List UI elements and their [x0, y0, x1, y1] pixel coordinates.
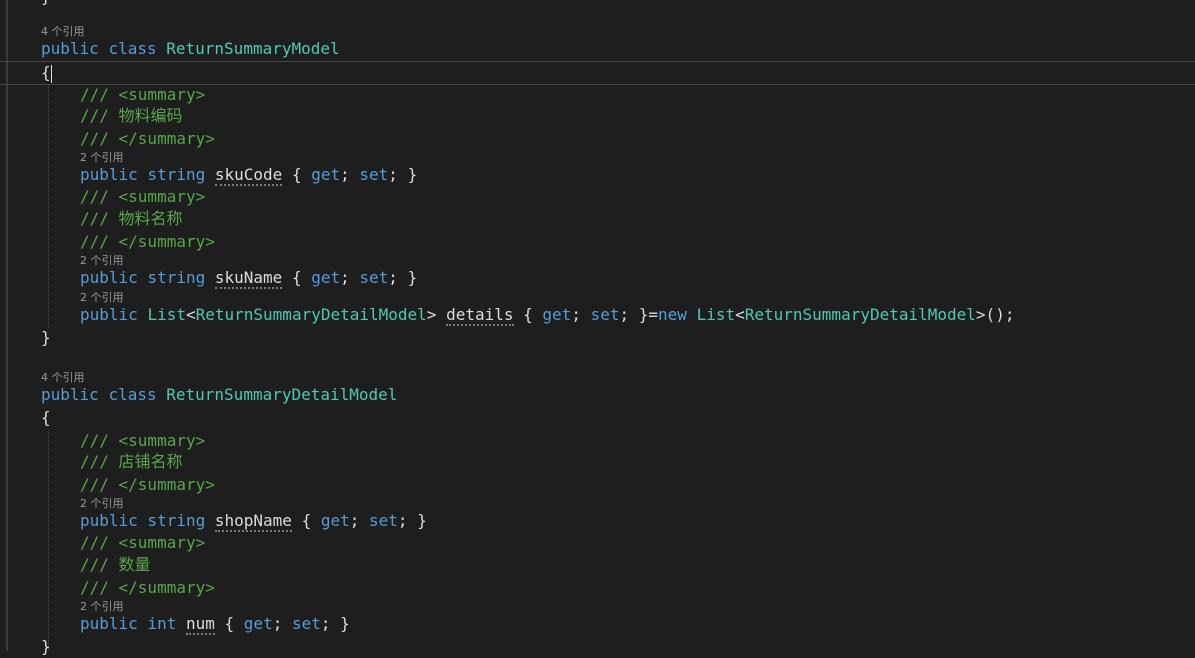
codelens-references[interactable]: 2 个引用 — [0, 291, 1195, 305]
property-name[interactable]: skuName — [214, 268, 283, 289]
doc-comment: /// 数量 — [80, 555, 151, 574]
code-editor[interactable]: } 4 个引用 public class ReturnSummaryModel … — [0, 0, 1195, 656]
modifier-keyword: public — [41, 39, 99, 58]
codelens-references[interactable]: 4 个引用 — [0, 25, 1195, 39]
codelens-references[interactable]: 4 个引用 — [0, 371, 1195, 385]
doc-comment: /// 店铺名称 — [80, 452, 183, 471]
codelens-references[interactable]: 2 个引用 — [0, 254, 1195, 268]
doc-comment: /// </summary> — [80, 475, 215, 494]
property-name[interactable]: shopName — [214, 511, 292, 532]
current-line-highlight: { — [0, 61, 1195, 85]
property-declaration: public string skuName { get; set; } — [80, 268, 418, 289]
property-name[interactable]: num — [185, 614, 215, 635]
doc-comment: /// <summary> — [80, 533, 206, 552]
doc-comment: /// <summary> — [80, 85, 206, 104]
property-name[interactable]: details — [446, 305, 514, 326]
class-name: ReturnSummaryDetailModel — [166, 385, 398, 404]
doc-comment: /// </summary> — [80, 578, 215, 597]
code-line: } — [0, 327, 1195, 349]
doc-comment: /// </summary> — [80, 232, 215, 251]
close-brace: } — [41, 328, 51, 347]
class-declaration: public class ReturnSummaryModel — [0, 38, 1195, 60]
class-keyword: class — [108, 39, 157, 58]
doc-comment: /// <summary> — [80, 187, 206, 206]
open-brace: { — [41, 408, 51, 427]
class-declaration: public class ReturnSummaryDetailModel — [41, 385, 398, 404]
code-line: { — [0, 407, 1195, 429]
property-name[interactable]: skuCode — [214, 165, 283, 186]
property-declaration: public int num { get; set; } — [80, 614, 350, 635]
doc-comment: /// 物料名称 — [80, 209, 183, 228]
code-line: } — [0, 0, 1195, 8]
codelens-references[interactable]: 2 个引用 — [0, 600, 1195, 614]
code-line: } — [0, 636, 1195, 658]
doc-comment: /// </summary> — [80, 129, 215, 148]
open-brace: { — [41, 63, 51, 82]
close-brace: } — [41, 637, 51, 656]
doc-comment: /// 物料编码 — [80, 106, 183, 125]
text-caret — [50, 64, 52, 83]
property-declaration: public List<ReturnSummaryDetailModel> de… — [80, 305, 1015, 326]
class-name: ReturnSummaryModel — [166, 39, 340, 58]
property-declaration: public string skuCode { get; set; } — [80, 165, 418, 186]
codelens-references[interactable]: 2 个引用 — [0, 497, 1195, 511]
property-declaration: public string shopName { get; set; } — [80, 511, 427, 532]
codelens-references[interactable]: 2 个引用 — [0, 151, 1195, 165]
doc-comment: /// <summary> — [80, 431, 206, 450]
